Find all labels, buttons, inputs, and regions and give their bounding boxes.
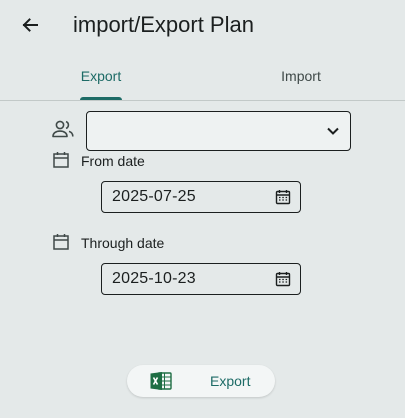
tab-export[interactable]: Export <box>0 60 202 100</box>
arrow-left-icon <box>22 18 38 32</box>
from-date-label: From date <box>81 153 145 169</box>
through-date-label: Through date <box>81 235 165 251</box>
through-date-field[interactable]: 2025-10-23 <box>101 263 301 295</box>
tab-bar: Export Import <box>0 60 405 101</box>
through-date-value: 2025-10-23 <box>112 270 196 287</box>
tab-import-label: Import <box>281 68 321 84</box>
user-select[interactable] <box>86 111 351 151</box>
export-button[interactable]: Export <box>127 365 275 397</box>
back-button[interactable] <box>15 10 45 40</box>
excel-icon <box>150 372 172 390</box>
tab-import[interactable]: Import <box>200 60 402 100</box>
calendar-picker-icon[interactable] <box>275 189 291 205</box>
tab-divider <box>0 100 405 101</box>
page-title: import/Export Plan <box>73 12 254 37</box>
people-icon <box>51 118 75 140</box>
chevron-down-icon <box>327 127 339 135</box>
export-button-label: Export <box>210 373 251 389</box>
top-app-bar: import/Export Plan <box>0 0 405 52</box>
from-date-value: 2025-07-25 <box>112 188 196 205</box>
from-date-field[interactable]: 2025-07-25 <box>101 181 301 213</box>
tab-export-label: Export <box>80 68 122 84</box>
calendar-picker-icon[interactable] <box>275 271 291 287</box>
calendar-icon <box>52 233 70 251</box>
calendar-icon <box>52 151 70 169</box>
